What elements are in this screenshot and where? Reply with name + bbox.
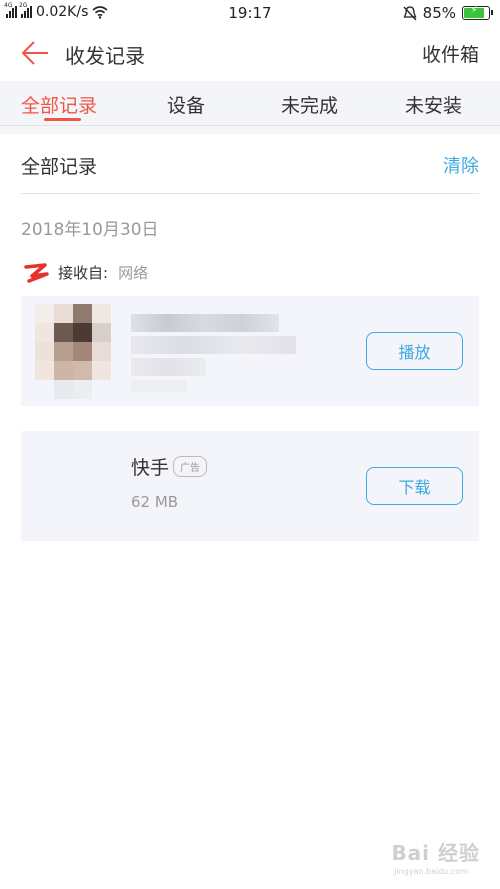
active-tab-indicator xyxy=(44,118,81,121)
section-spacer xyxy=(0,126,500,134)
app-name-row: 快手 广告 xyxy=(131,453,208,480)
source-row: 接收自: 网络 xyxy=(23,262,148,283)
battery-icon: ⚡ xyxy=(462,5,493,20)
clear-button[interactable]: 清除 xyxy=(443,152,479,178)
back-arrow-icon[interactable] xyxy=(20,38,50,68)
ad-badge: 广告 xyxy=(173,456,208,477)
battery-fill: ⚡ xyxy=(464,5,485,18)
watermark-url: jingyan.baidu.com xyxy=(394,867,468,876)
status-right: 85% ⚡ xyxy=(403,4,493,22)
tab-not-installed[interactable]: 未安装 xyxy=(405,91,462,118)
video-title-blurred xyxy=(131,314,296,394)
source-value: 网络 xyxy=(118,264,149,282)
tab-bar: 全部记录 设备 未完成 未安装 xyxy=(0,81,500,126)
section-title: 全部记录 xyxy=(21,156,98,178)
video-thumbnail xyxy=(35,304,131,400)
record-date: 2018年10月30日 xyxy=(21,220,159,240)
list-item-ad[interactable]: 快手 广告 62 MB 下载 xyxy=(21,431,479,541)
inbox-button[interactable]: 收件箱 xyxy=(422,40,479,67)
status-bar: 4G 2G 0.02K/s 19:17 85% ⚡ xyxy=(0,0,500,26)
battery-percent: 85% xyxy=(422,4,456,22)
source-label: 接收自: xyxy=(58,264,109,282)
app-name: 快手 xyxy=(131,457,170,479)
page-title: 收发记录 xyxy=(65,44,145,68)
watermark-logo: Bai 经验 xyxy=(391,841,480,865)
app-header: 收发记录 收件箱 xyxy=(0,26,500,81)
download-button[interactable]: 下载 xyxy=(366,467,463,505)
alarm-off-icon xyxy=(403,5,417,20)
play-button[interactable]: 播放 xyxy=(366,332,463,370)
tab-incomplete[interactable]: 未完成 xyxy=(281,91,338,118)
list-item-video[interactable]: 播放 xyxy=(21,296,479,406)
tab-all-records[interactable]: 全部记录 xyxy=(21,91,97,118)
kuaiya-logo-icon xyxy=(24,262,49,283)
divider xyxy=(21,193,479,194)
charging-bolt-icon: ⚡ xyxy=(470,5,478,16)
tab-devices[interactable]: 设备 xyxy=(167,91,205,118)
app-size: 62 MB xyxy=(131,493,179,511)
